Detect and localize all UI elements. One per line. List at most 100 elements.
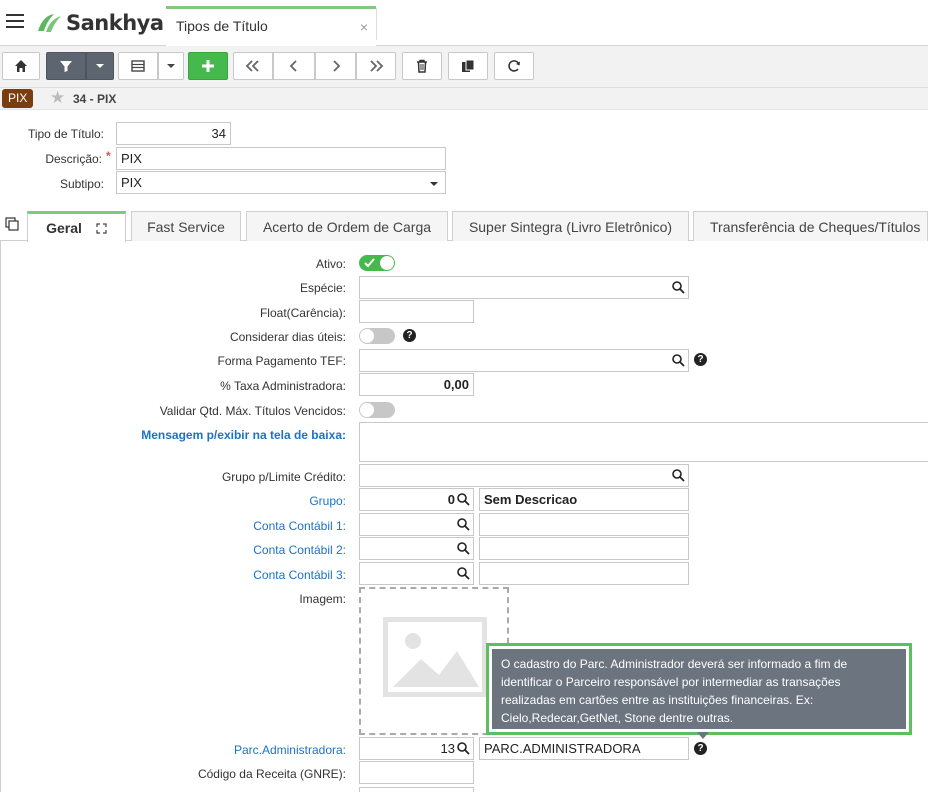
- breadcrumb: PIX ★ 34 - PIX: [0, 88, 928, 110]
- next-field-partial[interactable]: [359, 787, 474, 792]
- home-icon: [15, 60, 27, 72]
- help-icon[interactable]: ?: [403, 329, 416, 342]
- tab-label: Fast Service: [147, 218, 225, 235]
- tab-tipos-de-titulo[interactable]: Tipos de Título ×: [166, 6, 376, 46]
- sankhya-leaf-icon: [38, 14, 61, 32]
- conta-contabil-3-field[interactable]: [359, 562, 474, 585]
- float-field[interactable]: [359, 300, 474, 323]
- especie-field[interactable]: [359, 276, 689, 299]
- mensagem-label[interactable]: Mensagem p/exibir na tela de baixa:: [141, 428, 346, 442]
- tab-title: Tipos de Título: [176, 18, 268, 34]
- tab-fast-service[interactable]: Fast Service: [131, 211, 241, 241]
- grid-view-button[interactable]: [118, 52, 158, 80]
- last-record-button[interactable]: [356, 52, 396, 80]
- ativo-toggle[interactable]: [359, 255, 395, 271]
- copy-icon: [462, 59, 475, 72]
- taxa-field[interactable]: 0,00: [359, 373, 474, 396]
- record-title: 34 - PIX: [73, 92, 117, 106]
- especie-label: Espécie:: [299, 281, 346, 295]
- considerar-dias-label: Considerar dias úteis:: [229, 330, 346, 344]
- toggle-knob: [380, 256, 394, 270]
- grupo-limite-field[interactable]: [359, 464, 689, 487]
- conta-contabil-1-label[interactable]: Conta Contábil 1:: [253, 519, 346, 533]
- tab-super-sintegra[interactable]: Super Sintegra (Livro Eletrônico): [452, 211, 689, 241]
- filter-icon: [60, 61, 72, 72]
- help-icon[interactable]: ?: [694, 353, 707, 366]
- required-marker: *: [106, 149, 111, 163]
- tooltip-text: O cadastro do Parc. Administrador deverá…: [492, 649, 906, 729]
- help-icon[interactable]: ?: [694, 742, 707, 755]
- conta-contabil-2-label[interactable]: Conta Contábil 2:: [253, 543, 346, 557]
- menu-icon[interactable]: [6, 14, 24, 30]
- tab-label: Geral: [46, 220, 82, 236]
- caret-down-icon: [430, 182, 438, 186]
- help-tooltip: O cadastro do Parc. Administrador deverá…: [486, 643, 912, 739]
- search-icon[interactable]: [672, 354, 685, 367]
- conta-contabil-1-field[interactable]: [359, 513, 474, 536]
- delete-button[interactable]: [402, 52, 442, 80]
- search-icon[interactable]: [457, 493, 470, 506]
- search-icon[interactable]: [457, 567, 470, 580]
- forma-tef-field[interactable]: [359, 349, 689, 372]
- search-icon[interactable]: [457, 542, 470, 555]
- tipo-titulo-field[interactable]: 34: [116, 122, 231, 145]
- expand-icon[interactable]: [96, 222, 107, 234]
- descricao-field[interactable]: PIX: [116, 147, 446, 170]
- table-icon: [131, 60, 145, 72]
- favorite-star-icon[interactable]: ★: [50, 89, 65, 107]
- parc-administradora-field[interactable]: 13: [359, 737, 474, 760]
- previous-record-button[interactable]: [273, 52, 315, 80]
- subtipo-select[interactable]: PIX: [116, 171, 446, 194]
- subtipo-label: Subtipo:: [59, 177, 104, 191]
- double-chevron-left-icon: [245, 60, 259, 72]
- search-icon[interactable]: [457, 742, 470, 755]
- add-button[interactable]: [188, 52, 228, 80]
- next-record-button[interactable]: [315, 52, 356, 80]
- codigo-receita-field[interactable]: [359, 761, 474, 784]
- conta-contabil-3-description: [479, 562, 689, 585]
- parc-administradora-description: PARC.ADMINISTRADORA: [479, 737, 689, 760]
- home-button[interactable]: [2, 52, 40, 80]
- grupo-description: Sem Descricao: [479, 488, 689, 511]
- filter-dropdown-button[interactable]: [86, 52, 114, 80]
- validar-toggle[interactable]: [359, 402, 395, 418]
- toggle-knob: [360, 403, 374, 417]
- mensagem-textarea[interactable]: [359, 422, 928, 462]
- considerar-dias-toggle[interactable]: [359, 328, 395, 344]
- codigo-receita-label: Código da Receita (GNRE):: [197, 767, 346, 781]
- divider: [376, 8, 377, 40]
- trash-icon: [417, 59, 427, 73]
- conta-contabil-2-description: [479, 537, 689, 560]
- chevron-right-icon: [332, 60, 340, 72]
- parc-value: 13: [440, 741, 455, 756]
- close-icon[interactable]: ×: [360, 19, 368, 35]
- ativo-label: Ativo:: [315, 257, 346, 271]
- copy-button[interactable]: [448, 52, 488, 80]
- grid-view-dropdown-button[interactable]: [158, 52, 184, 80]
- tab-label: Super Sintegra (Livro Eletrônico): [468, 218, 673, 235]
- conta-contabil-2-field[interactable]: [359, 537, 474, 560]
- search-icon[interactable]: [457, 518, 470, 531]
- search-icon[interactable]: [672, 469, 685, 482]
- parc-administradora-label[interactable]: Parc.Administradora:: [234, 743, 346, 757]
- toggle-knob: [360, 329, 374, 343]
- tab-acerto-ordem-carga[interactable]: Acerto de Ordem de Carga: [246, 211, 448, 241]
- caret-down-icon: [96, 64, 104, 68]
- double-chevron-right-icon: [370, 60, 384, 72]
- grupo-value: 0: [447, 492, 455, 507]
- tab-geral[interactable]: Geral: [27, 211, 126, 242]
- descricao-label: Descrição:: [45, 152, 102, 166]
- check-icon: [364, 258, 375, 268]
- tab-label: Acerto de Ordem de Carga: [262, 218, 432, 235]
- search-icon[interactable]: [672, 281, 685, 294]
- grupo-label[interactable]: Grupo:: [309, 494, 346, 508]
- tab-transferencia-cheques[interactable]: Transferência de Cheques/Títulos: [693, 211, 928, 241]
- sankhya-logo[interactable]: Sankhya: [36, 10, 164, 36]
- first-record-button[interactable]: [233, 52, 273, 80]
- filter-button[interactable]: [46, 52, 86, 80]
- conta-contabil-1-description: [479, 513, 689, 536]
- refresh-button[interactable]: [494, 52, 534, 80]
- conta-contabil-3-label[interactable]: Conta Contábil 3:: [253, 568, 346, 582]
- grupo-field[interactable]: 0: [359, 488, 474, 511]
- record-type-badge: PIX: [2, 89, 34, 108]
